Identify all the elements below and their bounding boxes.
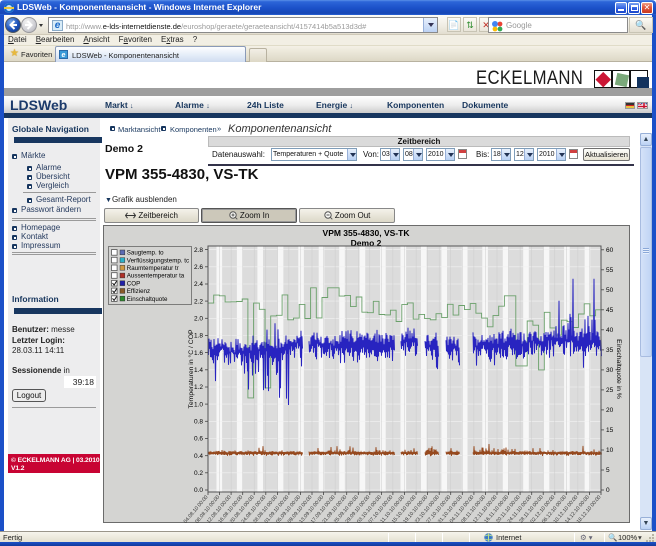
svg-text:Raumtemperatur tr: Raumtemperatur tr bbox=[127, 265, 179, 272]
svg-text:10: 10 bbox=[606, 447, 614, 454]
svg-text:Einschaltquote in %: Einschaltquote in % bbox=[615, 339, 622, 399]
svg-text:2.4: 2.4 bbox=[194, 281, 203, 288]
svg-text:1.6: 1.6 bbox=[194, 350, 203, 357]
svg-text:0.8: 0.8 bbox=[194, 419, 203, 426]
svg-text:45: 45 bbox=[606, 307, 614, 314]
svg-text:15: 15 bbox=[606, 427, 614, 434]
svg-text:20: 20 bbox=[606, 407, 614, 414]
svg-text:COP: COP bbox=[127, 280, 140, 287]
svg-text:30: 30 bbox=[606, 367, 614, 374]
svg-text:2.6: 2.6 bbox=[194, 264, 203, 271]
svg-text:Effizienz: Effizienz bbox=[127, 288, 150, 295]
svg-text:0.0: 0.0 bbox=[194, 487, 203, 494]
svg-text:60: 60 bbox=[606, 247, 614, 254]
svg-text:2.2: 2.2 bbox=[194, 298, 203, 305]
svg-text:1.4: 1.4 bbox=[194, 367, 203, 374]
svg-text:2.0: 2.0 bbox=[194, 316, 203, 323]
svg-text:VPM 355-4830, VS-TK: VPM 355-4830, VS-TK bbox=[323, 228, 411, 238]
svg-text:1.8: 1.8 bbox=[194, 333, 203, 340]
svg-text:0.2: 0.2 bbox=[194, 470, 203, 477]
svg-text:35: 35 bbox=[606, 347, 614, 354]
svg-text:Temperaturen in °C / COP: Temperaturen in °C / COP bbox=[187, 329, 195, 408]
svg-text:1.0: 1.0 bbox=[194, 401, 203, 408]
svg-text:40: 40 bbox=[606, 327, 614, 334]
svg-text:55: 55 bbox=[606, 267, 614, 274]
svg-text:1.2: 1.2 bbox=[194, 384, 203, 391]
svg-text:Aussentemperatur ta: Aussentemperatur ta bbox=[127, 273, 185, 280]
svg-text:25: 25 bbox=[606, 387, 614, 394]
svg-text:0.6: 0.6 bbox=[194, 436, 203, 443]
svg-text:50: 50 bbox=[606, 287, 614, 294]
svg-text:Einschaltquote: Einschaltquote bbox=[127, 296, 168, 303]
svg-text:5: 5 bbox=[606, 467, 610, 474]
svg-text:0: 0 bbox=[606, 487, 610, 494]
svg-text:Verflüssigungstemp. tc: Verflüssigungstemp. tc bbox=[127, 257, 189, 264]
svg-text:0.4: 0.4 bbox=[194, 453, 203, 460]
svg-text:2.8: 2.8 bbox=[194, 247, 203, 254]
svg-text:Saugtemp. to: Saugtemp. to bbox=[127, 250, 164, 257]
